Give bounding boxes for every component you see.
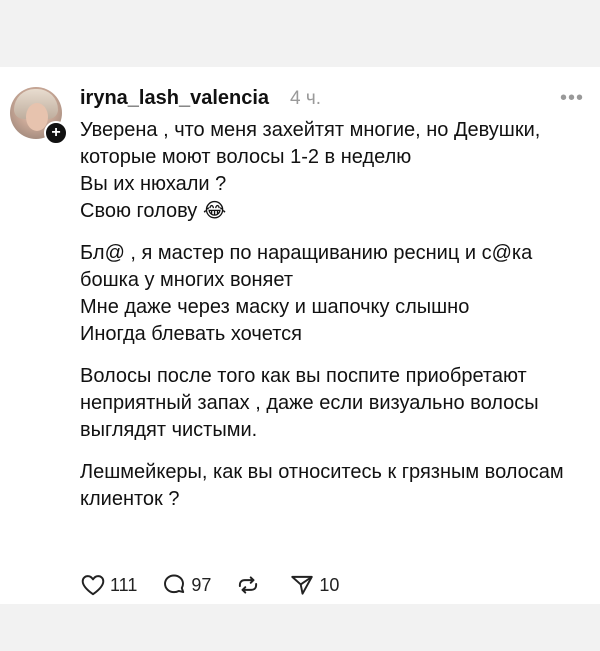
post-actions: 111 97 10 (80, 572, 363, 598)
share-count: 10 (319, 574, 340, 595)
like-button[interactable]: 111 (80, 572, 137, 598)
repost-button[interactable] (235, 572, 265, 598)
share-button[interactable]: 10 (289, 572, 339, 598)
like-count: 111 (110, 574, 138, 595)
plus-badge-icon[interactable]: + (44, 121, 68, 145)
post-body: Уверена , что меня захейтят многие, но Д… (80, 117, 595, 513)
comment-bubble-icon (164, 574, 185, 594)
repost-icon (239, 576, 258, 594)
heart-icon (81, 575, 105, 596)
post-paragraph-3: Волосы после того как вы поспите приобре… (80, 365, 539, 441)
comment-button[interactable]: 97 (161, 572, 211, 598)
post-timestamp: 4 ч. (290, 88, 322, 109)
thread-post-card: + iryna_lash_valencia 4 ч. ••• Уверена ,… (0, 67, 600, 604)
post-paragraph-1: Уверена , что меня захейтят многие, но Д… (80, 119, 541, 222)
send-icon (291, 575, 314, 595)
more-options-icon[interactable]: ••• (560, 87, 584, 110)
post-paragraph-4: Лешмейкеры, как вы относитесь к грязным … (80, 461, 564, 510)
comment-count: 97 (191, 574, 212, 595)
avatar[interactable]: + (10, 87, 68, 145)
post-paragraph-2: Бл@ , я мастер по наращиванию ресниц и с… (80, 242, 533, 345)
post-header: iryna_lash_valencia 4 ч. ••• (80, 87, 584, 117)
username-link[interactable]: iryna_lash_valencia (80, 87, 269, 110)
